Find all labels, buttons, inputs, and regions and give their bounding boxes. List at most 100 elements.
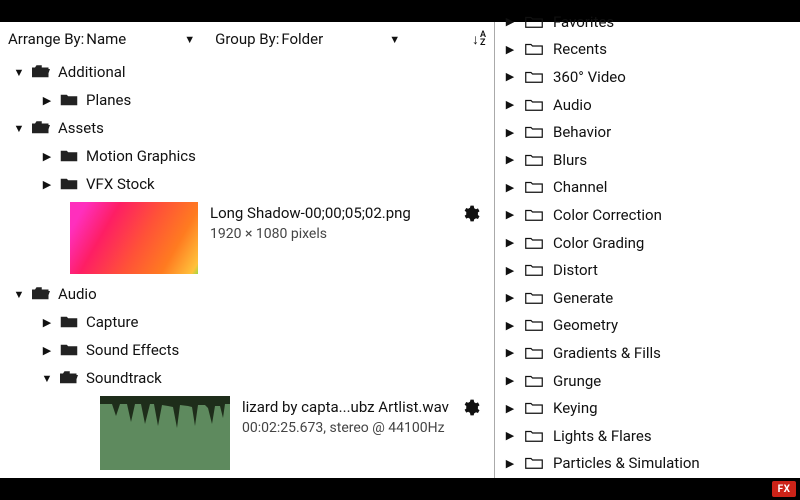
chevron-down-icon[interactable]: ▼ (12, 288, 26, 301)
tree-label: Sound Effects (86, 341, 179, 359)
folder-open-icon (32, 65, 50, 79)
effects-label: Audio (553, 96, 592, 114)
effects-panel: ▶Favorites▶Recents▶360° Video▶Audio▶Beha… (495, 6, 800, 478)
folder-icon (60, 93, 78, 107)
folder-outline-icon (525, 263, 543, 277)
chevron-down-icon[interactable]: ▼ (40, 372, 54, 385)
folder-icon (60, 177, 78, 191)
effects-row[interactable]: ▶Particles & Simulation (495, 450, 800, 478)
folder-outline-icon (525, 374, 543, 388)
tree-row-additional[interactable]: ▼ Additional (0, 58, 494, 86)
effects-label: 360° Video (553, 68, 626, 86)
chevron-right-icon[interactable]: ▶ (503, 126, 517, 139)
effects-label: Behavior (553, 123, 611, 141)
chevron-right-icon[interactable]: ▶ (503, 43, 517, 56)
folder-outline-icon (525, 208, 543, 222)
effects-row[interactable]: ▶ Keying (495, 394, 800, 422)
folder-outline-icon (525, 318, 543, 332)
chevron-right-icon[interactable]: ▶ (503, 153, 517, 166)
chevron-down-icon[interactable]: ▼ (12, 122, 26, 135)
effects-row[interactable]: ▶Generate (495, 284, 800, 312)
effects-label: Geometry (553, 316, 618, 334)
effects-row[interactable]: ▶ Gradients & Fills (495, 339, 800, 367)
folder-icon (60, 315, 78, 329)
chevron-right-icon[interactable]: ▶ (503, 236, 517, 249)
tree-row-audio[interactable]: ▼ Audio (0, 280, 494, 308)
effects-row[interactable]: ▶ Audio (495, 91, 800, 119)
group-by-dropdown[interactable]: Group By: Folder ▼ (215, 30, 400, 48)
chevron-right-icon[interactable]: ▶ (40, 150, 54, 163)
effects-label: Keying (553, 399, 598, 417)
chevron-right-icon[interactable]: ▶ (40, 344, 54, 357)
gear-icon[interactable] (461, 398, 480, 421)
fx-badge: FX (772, 481, 796, 497)
chevron-right-icon[interactable]: ▶ (503, 319, 517, 332)
sort-az-button[interactable]: ↓ AZ (472, 31, 486, 48)
chevron-down-icon: ▼ (184, 33, 195, 46)
tree-label: Audio (58, 285, 97, 303)
arrange-by-dropdown[interactable]: Arrange By: Name ▼ (8, 30, 195, 48)
folder-outline-icon (525, 42, 543, 56)
asset-title: Long Shadow-00;00;05;02.png (210, 204, 461, 222)
effects-row[interactable]: ▶Lights & Flares (495, 422, 800, 450)
folder-outline-icon (525, 429, 543, 443)
folder-outline-icon (525, 70, 543, 84)
chevron-right-icon[interactable]: ▶ (503, 208, 517, 221)
chevron-right-icon[interactable]: ▶ (503, 457, 517, 470)
chevron-right-icon[interactable]: ▶ (503, 346, 517, 359)
folder-open-icon (32, 287, 50, 301)
chevron-right-icon[interactable]: ▶ (503, 15, 517, 28)
effects-row[interactable]: ▶Favorites (495, 8, 800, 36)
effects-label: Color Grading (553, 234, 644, 252)
effects-row[interactable]: ▶Distort (495, 256, 800, 284)
asset-waveform-thumbnail (100, 396, 230, 470)
chevron-down-icon[interactable]: ▼ (12, 66, 26, 79)
tree-row-soundtrack[interactable]: ▼ Soundtrack (0, 364, 494, 392)
effects-row[interactable]: ▶ Behavior (495, 118, 800, 146)
folder-outline-icon (525, 456, 543, 470)
effects-label: Color Correction (553, 206, 662, 224)
tree-label: VFX Stock (86, 175, 155, 193)
effects-label: Channel (553, 178, 607, 196)
chevron-right-icon[interactable]: ▶ (40, 94, 54, 107)
effects-label: Gradients & Fills (553, 344, 661, 362)
tree-row-capture[interactable]: ▶ Capture (0, 308, 494, 336)
folder-outline-icon (525, 346, 543, 360)
effects-row[interactable]: ▶ 360° Video (495, 63, 800, 91)
effects-row[interactable]: ▶Recents (495, 36, 800, 64)
folder-outline-icon (525, 125, 543, 139)
folder-outline-icon (525, 153, 543, 167)
tree-label: Additional (58, 63, 126, 81)
chevron-right-icon[interactable]: ▶ (503, 374, 517, 387)
effects-row[interactable]: ▶Grunge (495, 367, 800, 395)
effects-row[interactable]: ▶ Geometry (495, 312, 800, 340)
effects-row[interactable]: ▶ Color Correction (495, 201, 800, 229)
tree-row-vfx-stock[interactable]: ▶ VFX Stock (0, 170, 494, 198)
chevron-right-icon[interactable]: ▶ (503, 70, 517, 83)
effects-row[interactable]: ▶ Channel (495, 174, 800, 202)
effects-row[interactable]: ▶Blurs (495, 146, 800, 174)
asset-item-png[interactable]: Long Shadow-00;00;05;02.png 1920 × 1080 … (0, 198, 494, 280)
tree-row-planes[interactable]: ▶ Planes (0, 86, 494, 114)
chevron-right-icon[interactable]: ▶ (503, 402, 517, 415)
folder-outline-icon (525, 291, 543, 305)
chevron-right-icon[interactable]: ▶ (40, 316, 54, 329)
asset-thumbnail (70, 202, 198, 274)
tree-row-motion-graphics[interactable]: ▶ Motion Graphics (0, 142, 494, 170)
asset-item-wav[interactable]: lizard by capta...ubz Artlist.wav 00:02:… (0, 392, 494, 476)
tree-label: Planes (86, 91, 131, 109)
folder-outline-icon (525, 401, 543, 415)
chevron-right-icon[interactable]: ▶ (503, 264, 517, 277)
tree-row-sound-effects[interactable]: ▶ Sound Effects (0, 336, 494, 364)
gear-icon[interactable] (461, 204, 480, 227)
chevron-right-icon[interactable]: ▶ (40, 178, 54, 191)
chevron-right-icon[interactable]: ▶ (503, 291, 517, 304)
chevron-right-icon[interactable]: ▶ (503, 98, 517, 111)
chevron-right-icon[interactable]: ▶ (503, 429, 517, 442)
effects-row[interactable]: ▶ Color Grading (495, 229, 800, 257)
chevron-right-icon[interactable]: ▶ (503, 181, 517, 194)
folder-icon (60, 149, 78, 163)
tree-label: Motion Graphics (86, 147, 196, 165)
tree-row-assets[interactable]: ▼ Assets (0, 114, 494, 142)
asset-subtitle: 00:02:25.673, stereo @ 44100Hz (242, 420, 461, 436)
